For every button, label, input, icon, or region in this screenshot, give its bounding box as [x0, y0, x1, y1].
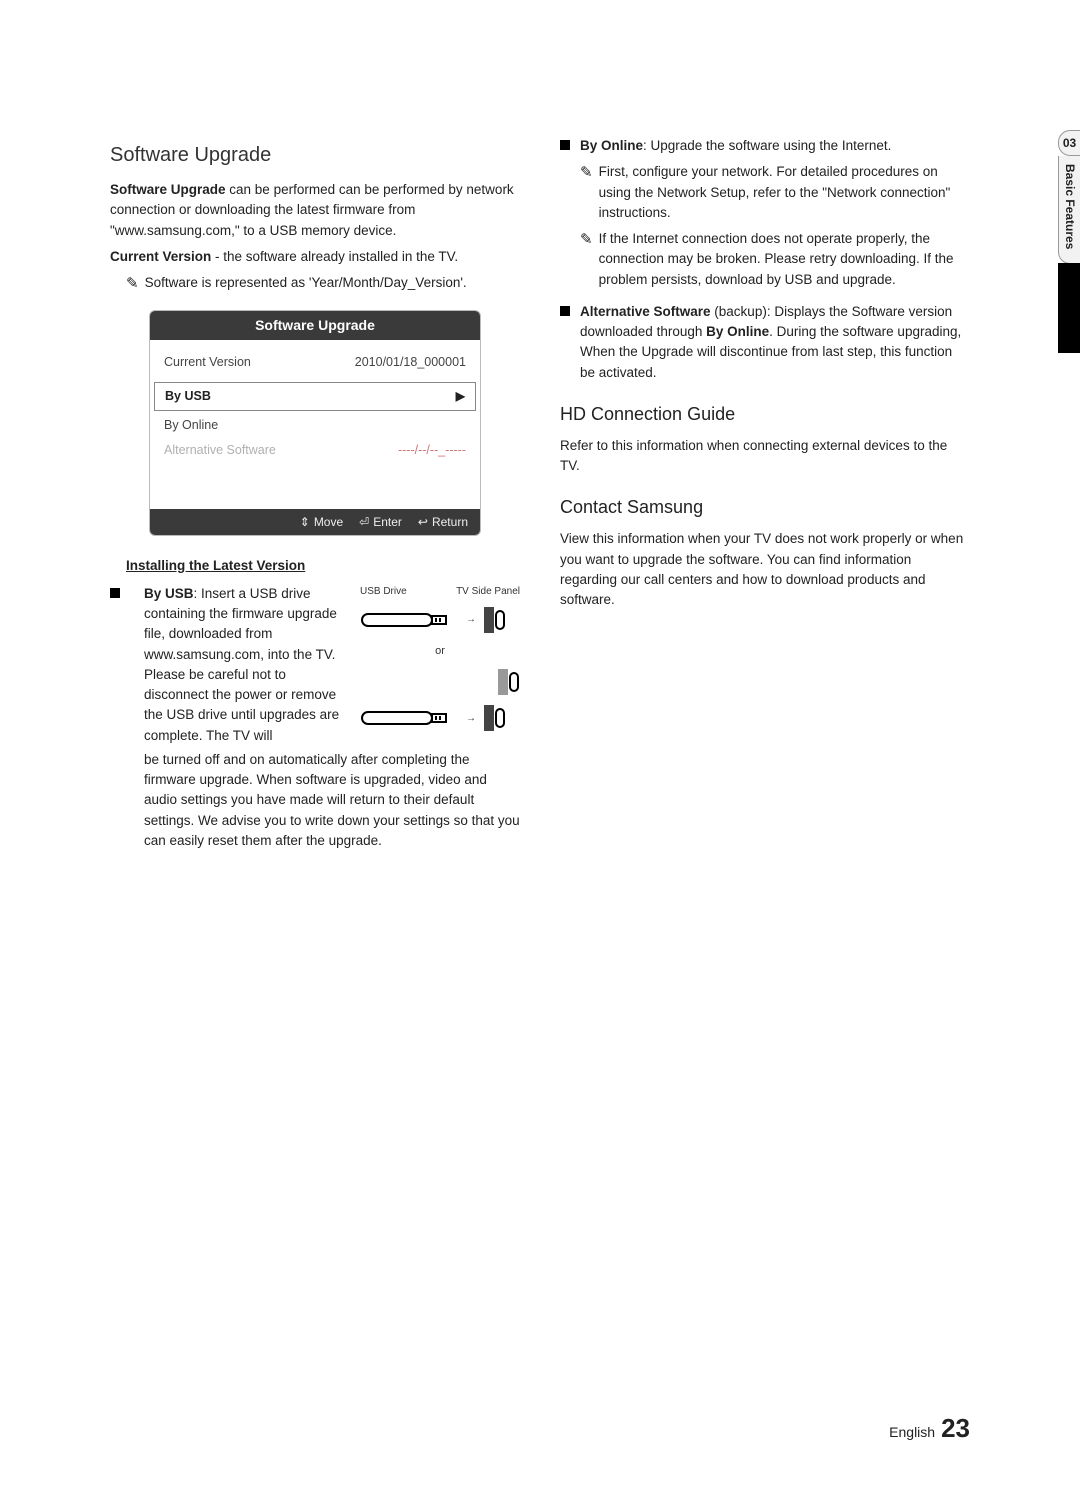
panel-row-byusb[interactable]: By USB ▶ [154, 382, 476, 411]
software-upgrade-panel: Software Upgrade Current Version 2010/01… [149, 310, 481, 536]
para-current-version: Current Version - the software already i… [110, 247, 520, 267]
text-by-online: : Upgrade the software using the Interne… [643, 138, 891, 153]
subheading-installing: Installing the Latest Version [126, 556, 520, 576]
enter-icon: ⏎ [359, 513, 369, 531]
para-software-upgrade: Software Upgrade can be performed can be… [110, 180, 520, 241]
heading-contact-samsung: Contact Samsung [560, 494, 970, 521]
panel-cur-label: Current Version [164, 353, 251, 372]
bold-by-online-2: By Online [706, 324, 769, 339]
label-tv-side: TV Side Panel [456, 584, 520, 599]
usb-stick-icon [360, 707, 460, 729]
return-icon: ↩ [418, 513, 428, 531]
note-format: ✎ Software is represented as 'Year/Month… [126, 273, 520, 296]
hdmi-port-icon [496, 667, 520, 697]
square-bullet-icon [110, 588, 120, 598]
panel-byusb-label: By USB [165, 387, 211, 406]
item-by-usb: By USB: Insert a USB drive containing th… [110, 584, 520, 851]
item-alternative-software: Alternative Software (backup): Displays … [560, 302, 970, 383]
hand-icon: ✎ [580, 229, 593, 290]
side-black-strip [1058, 263, 1080, 353]
label-or: or [360, 643, 520, 660]
panel-foot-return: ↩Return [418, 513, 468, 531]
usb-stick-icon [360, 609, 460, 631]
item-by-online: By Online: Upgrade the software using th… [560, 136, 970, 296]
bold-alt-software: Alternative Software [580, 304, 711, 319]
arrow-icon: → [466, 711, 476, 726]
bold-by-usb: By USB [144, 586, 194, 601]
panel-alt-value: ----/--/--_----- [398, 441, 466, 460]
panel-row-current: Current Version 2010/01/18_000001 [164, 350, 466, 375]
note-online-1: First, configure your network. For detai… [599, 162, 970, 223]
bold-by-online: By Online [580, 138, 643, 153]
side-tab: 03 Basic Features [1058, 130, 1080, 353]
panel-title: Software Upgrade [150, 311, 480, 340]
hand-icon: ✎ [126, 273, 139, 296]
chapter-number-tab: 03 [1058, 130, 1080, 156]
bold-current-version: Current Version [110, 249, 211, 264]
usb-port-icon [482, 703, 506, 733]
square-bullet-icon [560, 140, 570, 150]
panel-cur-value: 2010/01/18_000001 [355, 353, 466, 372]
heading-hd-connection: HD Connection Guide [560, 401, 970, 428]
panel-footer: ⇕Move ⏎Enter ↩Return [150, 509, 480, 535]
note-format-text: Software is represented as 'Year/Month/D… [145, 273, 467, 296]
para-contact-samsung: View this information when your TV does … [560, 529, 970, 610]
text-by-usb-1: : Insert a USB drive containing the firm… [144, 586, 339, 743]
footer-language: English [889, 1424, 935, 1440]
para-hd-connection: Refer to this information when connectin… [560, 436, 970, 477]
left-column: Software Upgrade Software Upgrade can be… [110, 130, 520, 857]
right-column: By Online: Upgrade the software using th… [560, 130, 970, 857]
text-by-usb-2: be turned off and on automatically after… [144, 750, 520, 851]
heading-software-upgrade: Software Upgrade [110, 140, 520, 170]
label-usb-drive: USB Drive [360, 584, 407, 599]
panel-foot-enter: ⏎Enter [359, 513, 402, 531]
panel-row-byonline[interactable]: By Online [164, 413, 466, 438]
text-current-version: - the software already installed in the … [211, 249, 458, 264]
hand-icon: ✎ [580, 162, 593, 223]
bold-software-upgrade: Software Upgrade [110, 182, 229, 197]
note-online-2: If the Internet connection does not oper… [599, 229, 970, 290]
chapter-name-tab: Basic Features [1058, 156, 1080, 264]
panel-foot-move: ⇕Move [300, 513, 343, 531]
page-footer: English 23 [889, 1413, 970, 1444]
play-icon: ▶ [456, 387, 465, 406]
panel-byonline-label: By Online [164, 416, 218, 435]
panel-alt-label: Alternative Software [164, 441, 276, 460]
footer-page-number: 23 [941, 1413, 970, 1444]
updown-icon: ⇕ [300, 513, 310, 531]
arrow-icon: → [466, 612, 476, 627]
usb-port-icon [482, 605, 506, 635]
square-bullet-icon [560, 306, 570, 316]
usb-diagram: USB Drive TV Side Panel → [360, 584, 520, 746]
panel-row-alt[interactable]: Alternative Software ----/--/--_----- [164, 438, 466, 463]
